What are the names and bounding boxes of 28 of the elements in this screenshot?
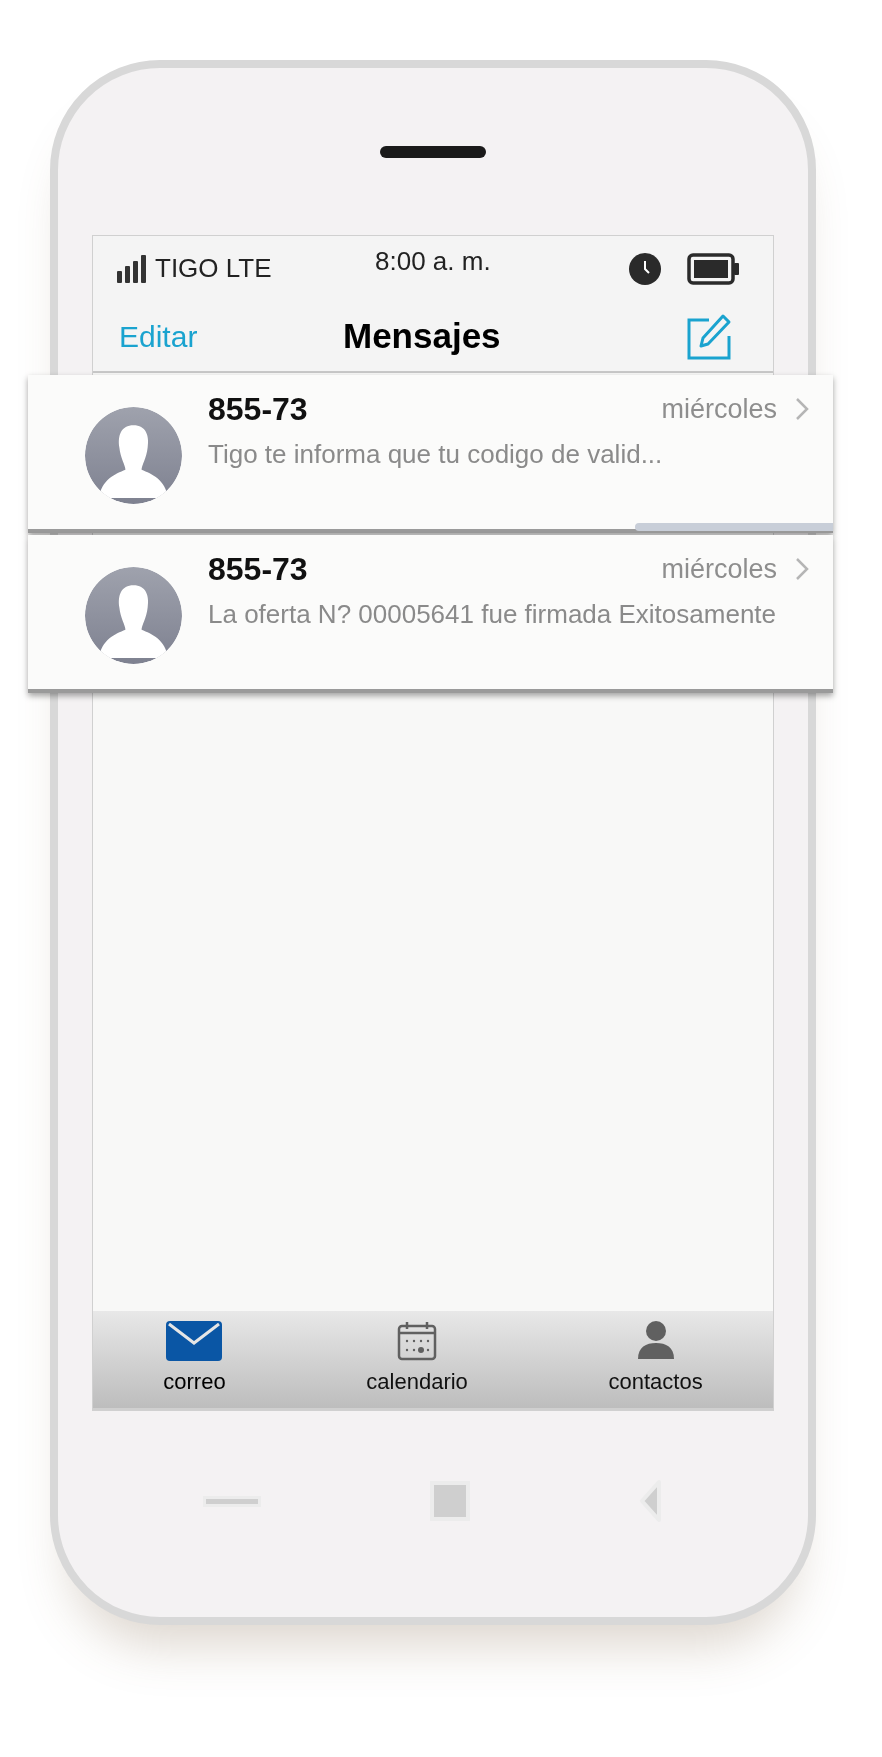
avatar-icon xyxy=(85,407,182,504)
menu-key-icon[interactable] xyxy=(202,1495,261,1507)
message-card[interactable]: 855-73 miércoles La oferta N? 00005641 fue firmada Exitosamente xyxy=(28,535,833,693)
tab[interactable]: correo xyxy=(157,1321,232,1398)
status-time: 8:00 a. m. xyxy=(375,245,491,278)
back-key-icon[interactable] xyxy=(639,1479,664,1523)
signal-icon xyxy=(117,254,147,283)
screen-title: Mensajes xyxy=(343,314,501,357)
chevron-right-icon xyxy=(795,397,809,421)
message-preview: Tigo te informa que tu codigo de valid... xyxy=(208,438,664,471)
sender-name: 855-73 xyxy=(208,550,308,589)
person-icon xyxy=(637,1321,674,1361)
home-key-icon[interactable] xyxy=(430,1481,470,1521)
message-date: miércoles xyxy=(661,552,777,586)
envelope-icon xyxy=(166,1321,223,1361)
message-card[interactable]: 855-73 miércoles Tigo te informa que tu codigo de valid... xyxy=(28,375,833,533)
message-preview: La oferta N? 00005641 fue firmada Exitosamente xyxy=(208,598,778,631)
avatar-icon xyxy=(85,567,182,664)
battery-icon xyxy=(687,252,741,285)
tab[interactable]: contactos xyxy=(602,1321,709,1398)
compose-icon[interactable] xyxy=(687,312,733,360)
sender-name: 855-73 xyxy=(208,390,308,429)
tab[interactable]: calendario xyxy=(360,1321,474,1398)
clock-icon xyxy=(629,252,661,285)
chevron-right-icon xyxy=(795,557,809,581)
message-date: miércoles xyxy=(661,392,777,426)
carrier-name: TIGO LTE xyxy=(155,252,272,285)
calendar-icon xyxy=(397,1321,438,1361)
